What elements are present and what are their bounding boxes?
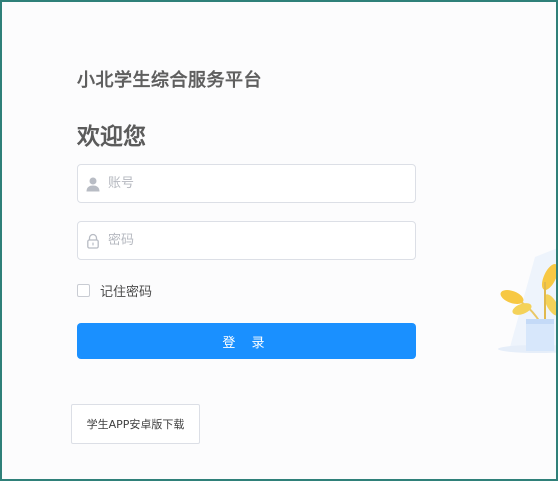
welcome-heading: 欢迎您: [77, 124, 146, 150]
login-panel: 小北学生综合服务平台 欢迎您 记住密码 登 录 学生APP安卓版下载: [2, 2, 472, 479]
username-field[interactable]: [77, 164, 416, 203]
remember-label: 记住密码: [100, 284, 153, 300]
remember-checkbox[interactable]: [77, 283, 90, 297]
password-input[interactable]: [108, 222, 408, 259]
download-app-button[interactable]: 学生APP安卓版下载: [71, 404, 200, 444]
username-input[interactable]: [108, 165, 408, 202]
password-field[interactable]: [77, 221, 416, 260]
remember-password[interactable]: 记住密码: [77, 281, 153, 300]
plant-illustration: [498, 248, 556, 353]
lock-icon: [87, 233, 99, 249]
login-button[interactable]: 登 录: [77, 323, 416, 359]
login-window: 小北学生综合服务平台 欢迎您 记住密码 登 录 学生APP安卓版下载: [0, 0, 558, 481]
platform-title: 小北学生综合服务平台: [77, 70, 262, 91]
user-icon: [86, 177, 100, 192]
